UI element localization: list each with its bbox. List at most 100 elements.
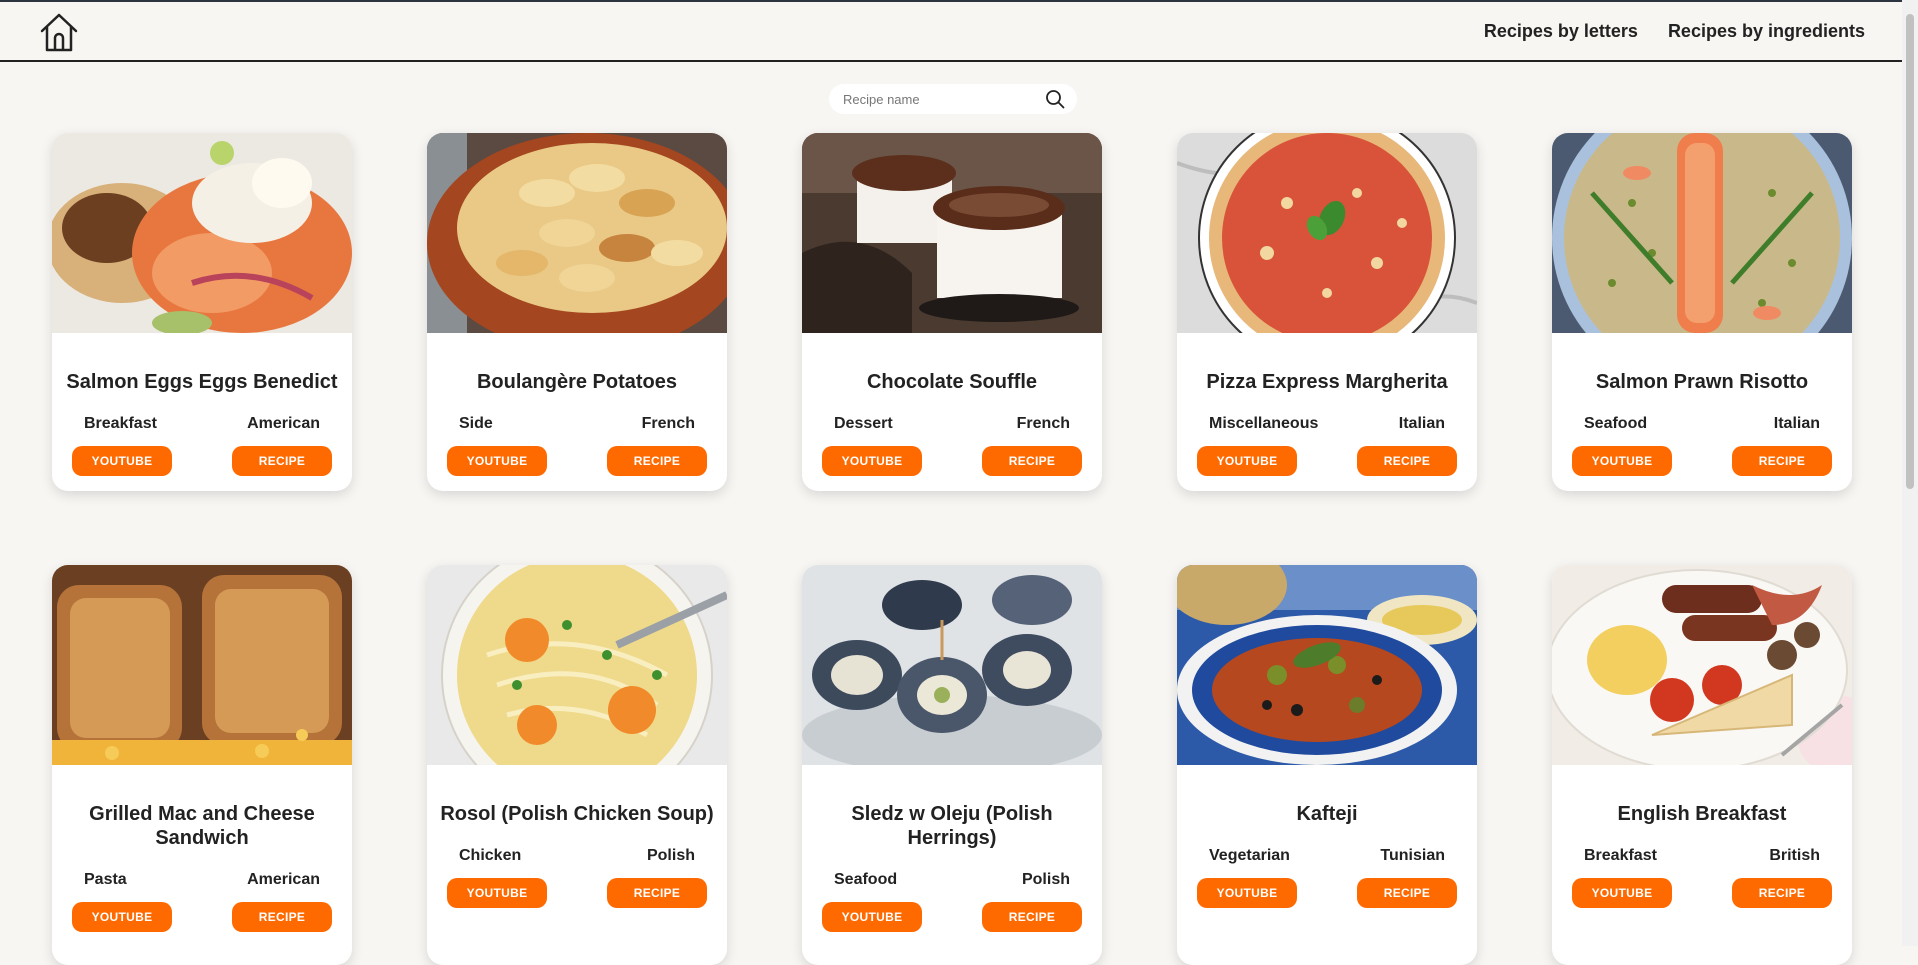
recipe-button[interactable]: RECIPE [1732,446,1832,476]
recipe-buttons: YOUTUBE RECIPE [427,878,727,908]
youtube-button[interactable]: YOUTUBE [447,446,547,476]
recipe-image [802,133,1102,333]
recipe-buttons: YOUTUBE RECIPE [1177,446,1477,476]
youtube-button[interactable]: YOUTUBE [72,446,172,476]
recipe-area: American [247,871,320,888]
recipe-card: Chocolate Souffle Dessert French YOUTUBE… [802,133,1102,491]
recipe-image [52,565,352,765]
nav-links: Recipes by letters Recipes by ingredient… [1484,21,1865,42]
recipe-image [1177,133,1477,333]
recipe-title: Rosol (Polish Chicken Soup) [440,803,714,825]
recipe-category: Miscellaneous [1209,415,1319,432]
recipe-card: English Breakfast Breakfast British YOUT… [1552,565,1852,965]
recipe-button[interactable]: RECIPE [607,446,707,476]
recipe-category: Vegetarian [1209,847,1290,864]
recipe-area: Italian [1773,415,1820,432]
recipe-tags: Pasta American [52,871,352,889]
recipe-button[interactable]: RECIPE [1732,878,1832,908]
recipe-card: Kafteji Vegetarian Tunisian YOUTUBE RECI… [1177,565,1477,965]
recipe-buttons: YOUTUBE RECIPE [802,446,1102,476]
recipe-buttons: YOUTUBE RECIPE [802,902,1102,932]
recipe-grid: Salmon Eggs Eggs Benedict Breakfast Amer… [52,133,1852,965]
recipe-buttons: YOUTUBE RECIPE [427,446,727,476]
scroll-thumb[interactable] [1906,14,1914,489]
recipe-image [427,133,727,333]
recipe-area: Polish [1021,871,1070,888]
nav-link-recipes-by-letters[interactable]: Recipes by letters [1484,21,1638,42]
recipe-title: Sledz w Oleju (Polish Herrings) [851,803,1053,849]
scrollbar[interactable] [1902,0,1918,946]
youtube-button[interactable]: YOUTUBE [822,902,922,932]
recipe-area: British [1769,847,1820,864]
recipe-buttons: YOUTUBE RECIPE [1177,878,1477,908]
recipe-image [1177,565,1477,765]
recipe-button[interactable]: RECIPE [1357,878,1457,908]
youtube-button[interactable]: YOUTUBE [1197,446,1297,476]
youtube-button[interactable]: YOUTUBE [1197,878,1297,908]
recipe-card: Grilled Mac and Cheese Sandwich Pasta Am… [52,565,352,965]
recipe-card: Boulangère Potatoes Side French YOUTUBE … [427,133,727,491]
recipe-button[interactable]: RECIPE [982,446,1082,476]
recipe-button[interactable]: RECIPE [1357,446,1457,476]
recipe-tags: Side French [427,415,727,433]
recipe-category: Breakfast [1584,847,1657,864]
recipe-buttons: YOUTUBE RECIPE [1552,878,1852,908]
recipe-button[interactable]: RECIPE [232,902,332,932]
recipe-category: Dessert [834,415,893,432]
navbar: Recipes by letters Recipes by ingredient… [0,2,1918,62]
recipe-button[interactable]: RECIPE [232,446,332,476]
recipe-tags: Seafood Polish [802,871,1102,889]
recipe-category: Pasta [84,871,127,888]
recipe-tags: Chicken Polish [427,847,727,865]
recipe-area: French [641,415,695,432]
recipe-tags: Breakfast British [1552,847,1852,865]
recipe-image [802,565,1102,765]
recipe-category: Seafood [834,871,898,888]
recipe-area: French [1016,415,1070,432]
youtube-button[interactable]: YOUTUBE [822,446,922,476]
recipe-title: Salmon Prawn Risotto [1595,371,1809,393]
recipe-buttons: YOUTUBE RECIPE [52,902,352,932]
search-input[interactable] [841,90,1035,108]
recipe-image [427,565,727,765]
recipe-tags: Miscellaneous Italian [1177,415,1477,433]
recipe-buttons: YOUTUBE RECIPE [1552,446,1852,476]
recipe-image [1552,565,1852,765]
youtube-button[interactable]: YOUTUBE [447,878,547,908]
search-bar [829,84,1077,114]
recipe-title: Salmon Eggs Eggs Benedict [66,371,338,393]
youtube-button[interactable]: YOUTUBE [72,902,172,932]
recipe-button[interactable]: RECIPE [982,902,1082,932]
home-icon[interactable] [37,10,81,54]
recipe-buttons: YOUTUBE RECIPE [52,446,352,476]
nav-link-recipes-by-ingredients[interactable]: Recipes by ingredients [1668,21,1865,42]
recipe-card: Sledz w Oleju (Polish Herrings) Seafood … [802,565,1102,965]
recipe-tags: Dessert French [802,415,1102,433]
recipe-card: Pizza Express Margherita Miscellaneous I… [1177,133,1477,491]
recipe-title: Pizza Express Margherita [1206,371,1448,393]
recipe-card: Rosol (Polish Chicken Soup) Chicken Poli… [427,565,727,965]
recipe-image [52,133,352,333]
recipe-tags: Seafood Italian [1552,415,1852,433]
recipe-card: Salmon Prawn Risotto Seafood Italian YOU… [1552,133,1852,491]
recipe-title: English Breakfast [1617,803,1787,825]
recipe-area: Tunisian [1380,847,1445,864]
recipe-category: Chicken [459,847,522,864]
recipe-card: Salmon Eggs Eggs Benedict Breakfast Amer… [52,133,352,491]
recipe-title: Kafteji [1296,803,1358,825]
recipe-title: Chocolate Souffle [866,371,1037,393]
recipe-category: Side [459,415,493,432]
recipe-title: Grilled Mac and Cheese Sandwich [89,803,315,849]
recipe-area: American [247,415,320,432]
recipe-title: Boulangère Potatoes [476,371,678,393]
recipe-image [1552,133,1852,333]
youtube-button[interactable]: YOUTUBE [1572,878,1672,908]
recipe-category: Breakfast [84,415,157,432]
recipe-button[interactable]: RECIPE [607,878,707,908]
recipe-tags: Breakfast American [52,415,352,433]
recipe-area: Italian [1398,415,1445,432]
recipe-category: Seafood [1584,415,1648,432]
search-icon[interactable] [1045,89,1065,109]
youtube-button[interactable]: YOUTUBE [1572,446,1672,476]
recipe-tags: Vegetarian Tunisian [1177,847,1477,865]
